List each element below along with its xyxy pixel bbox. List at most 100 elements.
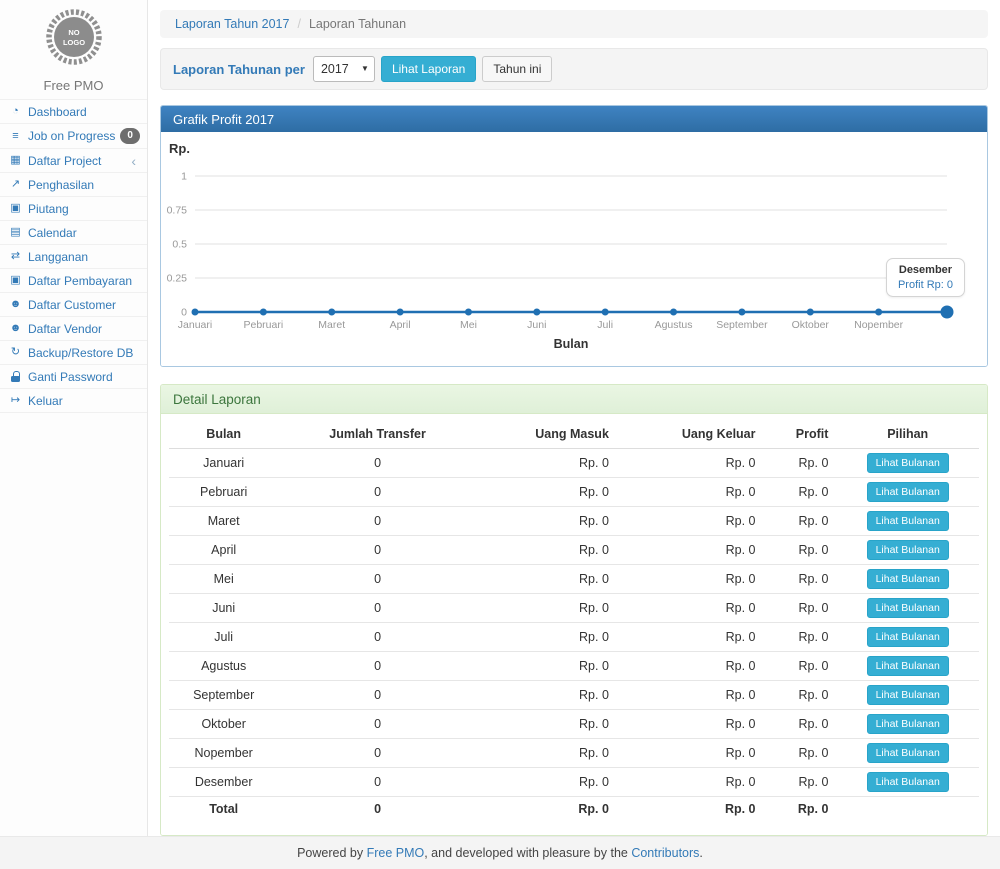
data-point-juli[interactable] xyxy=(602,309,609,316)
table-row-juli: Juli0Rp. 0Rp. 0Rp. 0Lihat Bulanan xyxy=(169,623,979,652)
cell-uang-masuk: Rp. 0 xyxy=(477,594,617,623)
lihat-bulanan-button-nopember[interactable]: Lihat Bulanan xyxy=(867,743,949,763)
lihat-bulanan-button-maret[interactable]: Lihat Bulanan xyxy=(867,511,949,531)
sidebar-item-calendar[interactable]: ▤Calendar xyxy=(0,221,147,245)
cell-bulan: Pebruari xyxy=(169,478,278,507)
sidebar: NO LOGO Free PMO ◔ Dashboard ≡Job on Progr… xyxy=(0,0,148,836)
profit-line-chart[interactable]: Rp. 00.250.50.751JanuariPebruariMaretApr… xyxy=(161,132,987,366)
x-tick-label: Pebruari xyxy=(244,319,284,331)
lihat-bulanan-button-juni[interactable]: Lihat Bulanan xyxy=(867,598,949,618)
sidebar-item-langganan[interactable]: ⇄Langganan xyxy=(0,245,147,269)
x-tick-label: Agustus xyxy=(655,319,693,331)
calendar-icon: ▤ xyxy=(8,225,23,240)
cell-jumlah-transfer: 0 xyxy=(278,536,476,565)
sidebar-item-penghasilan[interactable]: ↗Penghasilan xyxy=(0,173,147,197)
contributors-link[interactable]: Contributors xyxy=(631,846,699,860)
cell-uang-keluar: Rp. 0 xyxy=(617,449,764,478)
x-tick-label: September xyxy=(716,319,768,331)
table-row-desember: Desember0Rp. 0Rp. 0Rp. 0Lihat Bulanan xyxy=(169,768,979,797)
sidebar-item-ganti-password[interactable]: Ganti Password xyxy=(0,365,147,389)
data-point-oktober[interactable] xyxy=(807,309,814,316)
cell-pilihan: Lihat Bulanan xyxy=(836,565,979,594)
sidebar-menu: ◔ Dashboard ≡Job on Progress0▦Daftar Proje… xyxy=(0,99,147,413)
free-pmo-link[interactable]: Free PMO xyxy=(367,846,425,860)
sidebar-item-label: Dashboard xyxy=(28,105,87,119)
lihat-bulanan-button-desember[interactable]: Lihat Bulanan xyxy=(867,772,949,792)
tooltip-value: Profit Rp: 0 xyxy=(898,279,953,291)
app-window: NO LOGO Free PMO ◔ Dashboard ≡Job on Progr… xyxy=(0,0,1000,836)
chevron-left-icon: ‹ xyxy=(131,155,139,167)
brand-name: Free PMO xyxy=(0,78,147,93)
lihat-bulanan-button-januari[interactable]: Lihat Bulanan xyxy=(867,453,949,473)
footer-text-middle: , and developed with pleasure by the xyxy=(424,846,631,860)
lihat-bulanan-button-april[interactable]: Lihat Bulanan xyxy=(867,540,949,560)
cell-profit: Rp. 0 xyxy=(764,652,837,681)
lihat-bulanan-button-mei[interactable]: Lihat Bulanan xyxy=(867,569,949,589)
breadcrumb-link-laporan-tahun[interactable]: Laporan Tahun 2017 xyxy=(175,17,289,31)
table-row-agustus: Agustus0Rp. 0Rp. 0Rp. 0Lihat Bulanan xyxy=(169,652,979,681)
col-jumlah-transfer: Jumlah Transfer xyxy=(278,420,476,449)
sidebar-item-piutang[interactable]: ▣Piutang xyxy=(0,197,147,221)
sidebar-item-label: Daftar Pembayaran xyxy=(28,274,132,288)
lihat-bulanan-button-pebruari[interactable]: Lihat Bulanan xyxy=(867,482,949,502)
data-point-agustus[interactable] xyxy=(670,309,677,316)
sidebar-item-daftar-pembayaran[interactable]: ▣Daftar Pembayaran xyxy=(0,269,147,293)
cell-uang-keluar: Rp. 0 xyxy=(617,681,764,710)
cell-jumlah-transfer: 0 xyxy=(278,768,476,797)
cell-uang-keluar: Rp. 0 xyxy=(617,652,764,681)
table-row-maret: Maret0Rp. 0Rp. 0Rp. 0Lihat Bulanan xyxy=(169,507,979,536)
cell-jumlah-transfer: 0 xyxy=(278,739,476,768)
sidebar-item-daftar-vendor[interactable]: ☻Daftar Vendor xyxy=(0,317,147,341)
cell-uang-keluar: Rp. 0 xyxy=(617,507,764,536)
cell-uang-masuk: Rp. 0 xyxy=(477,449,617,478)
cell-pilihan: Lihat Bulanan xyxy=(836,594,979,623)
x-tick-label: Oktober xyxy=(792,319,830,331)
cell-jumlah-transfer: 0 xyxy=(278,594,476,623)
chart-canvas: 00.250.50.751JanuariPebruariMaretAprilMe… xyxy=(161,132,985,366)
cell-bulan: Mei xyxy=(169,565,278,594)
lihat-bulanan-button-september[interactable]: Lihat Bulanan xyxy=(867,685,949,705)
data-point-juni[interactable] xyxy=(533,309,540,316)
table-row-september: September0Rp. 0Rp. 0Rp. 0Lihat Bulanan xyxy=(169,681,979,710)
cell-profit: Rp. 0 xyxy=(764,681,837,710)
lihat-bulanan-button-juli[interactable]: Lihat Bulanan xyxy=(867,627,949,647)
sidebar-item-backup-restore-db[interactable]: ↻Backup/Restore DB xyxy=(0,341,147,365)
lihat-bulanan-button-oktober[interactable]: Lihat Bulanan xyxy=(867,714,949,734)
col-bulan: Bulan xyxy=(169,420,278,449)
lock-icon xyxy=(8,369,23,384)
monthly-report-table: Bulan Jumlah Transfer Uang Masuk Uang Ke… xyxy=(169,420,979,821)
data-point-nopember[interactable] xyxy=(875,309,882,316)
lihat-laporan-button[interactable]: Lihat Laporan xyxy=(381,56,476,82)
cell-uang-masuk: Rp. 0 xyxy=(477,565,617,594)
cell-pilihan: Lihat Bulanan xyxy=(836,507,979,536)
cell-pilihan: Lihat Bulanan xyxy=(836,768,979,797)
cell-uang-masuk: Rp. 0 xyxy=(477,710,617,739)
data-point-september[interactable] xyxy=(738,309,745,316)
sidebar-item-dashboard[interactable]: ◔ Dashboard xyxy=(0,100,147,124)
x-tick-label: Mei xyxy=(460,319,477,331)
cell-profit: Rp. 0 xyxy=(764,478,837,507)
data-point-april[interactable] xyxy=(397,309,404,316)
table-header-row: Bulan Jumlah Transfer Uang Masuk Uang Ke… xyxy=(169,420,979,449)
data-point-mei[interactable] xyxy=(465,309,472,316)
data-point-pebruari[interactable] xyxy=(260,309,267,316)
data-point-maret[interactable] xyxy=(328,309,335,316)
cell-pilihan: Lihat Bulanan xyxy=(836,710,979,739)
year-select[interactable]: 2017 xyxy=(313,56,375,82)
sidebar-item-job-on-progress[interactable]: ≡Job on Progress0 xyxy=(0,124,147,149)
tahun-ini-button[interactable]: Tahun ini xyxy=(482,56,552,82)
logo-area: NO LOGO Free PMO xyxy=(0,0,147,99)
page-footer: Powered by Free PMO, and developed with … xyxy=(0,836,1000,869)
lihat-bulanan-button-agustus[interactable]: Lihat Bulanan xyxy=(867,656,949,676)
sidebar-item-keluar[interactable]: ↦Keluar xyxy=(0,389,147,413)
data-point-desember[interactable] xyxy=(941,306,954,319)
cell-uang-keluar: Rp. 0 xyxy=(617,536,764,565)
data-point-januari[interactable] xyxy=(192,309,199,316)
sidebar-item-label: Ganti Password xyxy=(28,370,113,384)
sidebar-item-daftar-project[interactable]: ▦Daftar Project‹ xyxy=(0,149,147,173)
sidebar-item-daftar-customer[interactable]: ☻Daftar Customer xyxy=(0,293,147,317)
cell-jumlah-transfer: 0 xyxy=(278,565,476,594)
dashboard-icon: ◔ xyxy=(8,104,23,119)
sidebar-item-label: Penghasilan xyxy=(28,178,94,192)
cell-uang-masuk: Rp. 0 xyxy=(477,652,617,681)
